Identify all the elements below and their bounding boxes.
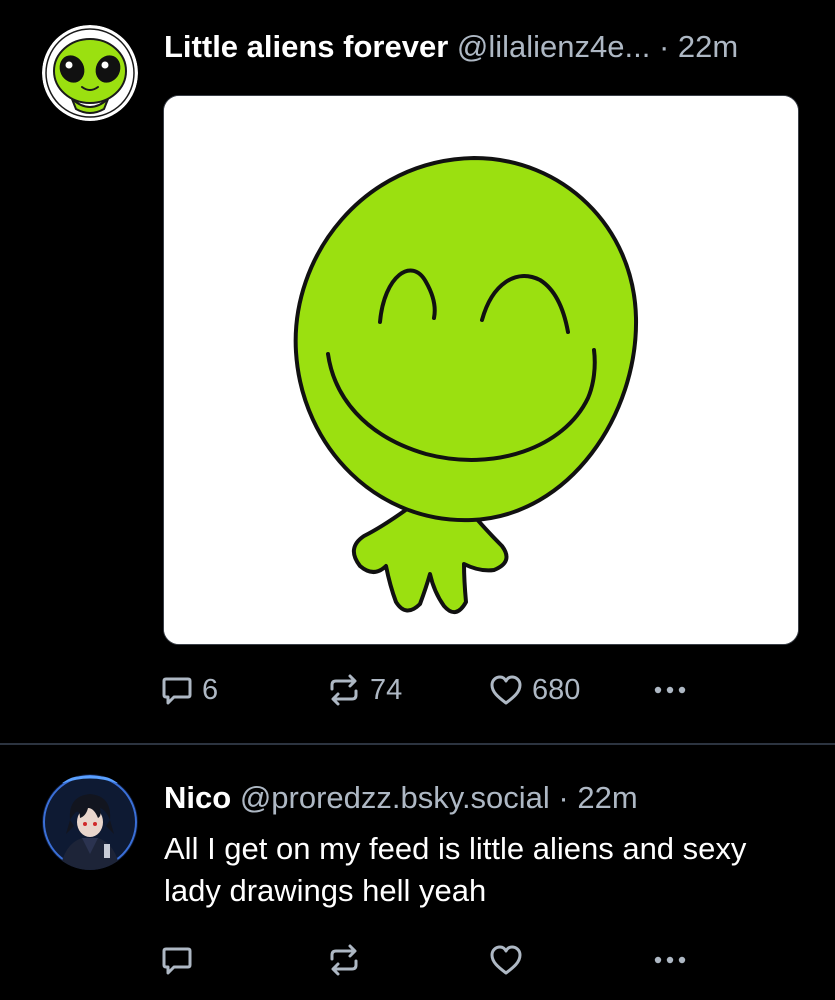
anime-character-avatar-icon xyxy=(42,774,138,870)
repost-arrows-icon xyxy=(330,944,358,976)
heart-icon xyxy=(490,675,522,705)
post-divider xyxy=(0,743,835,745)
author-handle[interactable]: @proredzz.bsky.social xyxy=(240,780,550,815)
post-actions xyxy=(160,940,720,980)
feed-post[interactable]: Nico @proredzz.bsky.social · 22m All I g… xyxy=(0,746,835,1000)
like-count: 680 xyxy=(532,673,581,706)
speech-bubble-icon xyxy=(162,947,192,975)
ellipsis-icon xyxy=(654,956,686,964)
author-name[interactable]: Little aliens forever xyxy=(164,29,448,64)
author-avatar[interactable] xyxy=(42,25,138,121)
speech-bubble-icon xyxy=(162,677,192,705)
post-separator: · xyxy=(549,780,578,815)
post-header: Nico @proredzz.bsky.social · 22m xyxy=(164,778,805,818)
repost-count: 74 xyxy=(370,673,403,706)
heart-icon xyxy=(490,945,522,975)
reply-button[interactable]: 6 xyxy=(160,670,218,710)
author-avatar[interactable] xyxy=(42,774,138,870)
alien-avatar-icon xyxy=(42,25,138,121)
post-text: All I get on my feed is little aliens an… xyxy=(164,831,747,908)
like-button[interactable]: 680 xyxy=(488,670,580,710)
like-button[interactable] xyxy=(488,940,532,980)
post-separator: · xyxy=(650,29,678,64)
ellipsis-icon xyxy=(654,686,686,694)
post-timestamp[interactable]: 22m xyxy=(678,29,738,64)
repost-arrows-icon xyxy=(330,674,358,706)
feed-post[interactable]: Little aliens forever @lilalienz4e... · … xyxy=(0,0,835,744)
repost-button[interactable] xyxy=(326,940,370,980)
author-name[interactable]: Nico xyxy=(164,780,231,815)
post-image[interactable] xyxy=(163,95,799,645)
alien-drawing-image xyxy=(164,96,798,644)
post-timestamp[interactable]: 22m xyxy=(577,780,637,815)
reply-button[interactable] xyxy=(160,940,202,980)
author-handle[interactable]: @lilalienz4e... xyxy=(457,29,650,64)
more-options-button[interactable] xyxy=(650,670,690,710)
more-options-button[interactable] xyxy=(650,940,690,980)
reply-count: 6 xyxy=(202,673,219,706)
post-header: Little aliens forever @lilalienz4e... · … xyxy=(164,27,805,67)
post-actions: 6 74 680 xyxy=(160,670,720,710)
repost-button[interactable]: 74 xyxy=(326,670,402,710)
